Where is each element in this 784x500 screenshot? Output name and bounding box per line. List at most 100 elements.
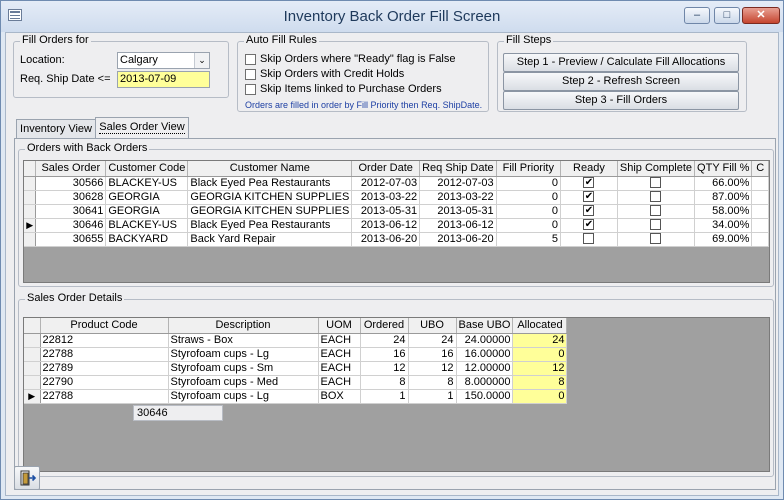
details-cell[interactable]: EACH xyxy=(318,361,361,376)
orders-cell[interactable]: BLACKEY-US xyxy=(105,218,189,233)
ship-complete-checkbox[interactable] xyxy=(650,191,662,203)
orders-cell[interactable]: 0 xyxy=(496,176,562,191)
details-row[interactable]: 22812 Straws - Box EACH 24 24 24.00000 24 xyxy=(24,333,568,348)
details-cell[interactable]: EACH xyxy=(318,333,361,348)
orders-cell[interactable]: ✔ xyxy=(560,190,618,205)
orders-column-header[interactable]: Order Date xyxy=(351,161,421,177)
orders-cell[interactable]: ✔ xyxy=(560,218,618,233)
ship-date-input[interactable]: 2013-07-09 xyxy=(117,71,210,88)
orders-cell[interactable] xyxy=(560,232,618,247)
orders-cell[interactable] xyxy=(751,176,769,191)
details-cell[interactable]: 1 xyxy=(408,389,457,404)
details-row[interactable]: ▶ 22788 Styrofoam cups - Lg BOX 1 1 150.0000 0 xyxy=(24,389,568,404)
rule-checkbox[interactable] xyxy=(245,54,256,65)
details-cell[interactable]: Styrofoam cups - Lg xyxy=(168,389,319,404)
row-selector[interactable] xyxy=(24,232,37,247)
orders-cell[interactable]: 2012-07-03 xyxy=(351,176,421,191)
orders-cell[interactable] xyxy=(617,232,696,247)
orders-column-header[interactable]: Req Ship Date xyxy=(419,161,497,177)
rule-checkbox[interactable] xyxy=(245,84,256,95)
details-cell[interactable]: 24 xyxy=(408,333,457,348)
row-selector[interactable] xyxy=(24,375,41,390)
orders-column-header[interactable]: Ready xyxy=(560,161,618,177)
orders-cell[interactable]: BACKYARD xyxy=(105,232,189,247)
orders-cell[interactable] xyxy=(617,204,696,219)
orders-cell[interactable]: 66.00% xyxy=(694,176,753,191)
details-cell[interactable]: Styrofoam cups - Sm xyxy=(168,361,319,376)
orders-cell[interactable]: 2012-07-03 xyxy=(419,176,497,191)
orders-column-header[interactable]: Customer Name xyxy=(187,161,353,177)
orders-cell[interactable]: 0 xyxy=(496,204,562,219)
minimize-button[interactable]: – xyxy=(684,7,710,24)
ship-complete-checkbox[interactable] xyxy=(650,219,662,231)
tab-inventory-view[interactable]: Inventory View xyxy=(16,119,96,138)
details-row[interactable]: 22790 Styrofoam cups - Med EACH 8 8 8.000000 8 xyxy=(24,375,568,390)
details-cell[interactable]: Styrofoam cups - Med xyxy=(168,375,319,390)
orders-cell[interactable]: 34.00% xyxy=(694,218,753,233)
allocated-cell[interactable]: 12 xyxy=(512,361,568,376)
orders-cell[interactable]: 2013-03-22 xyxy=(419,190,497,205)
details-row[interactable]: 22788 Styrofoam cups - Lg EACH 16 16 16.00000… xyxy=(24,347,568,362)
orders-cell[interactable] xyxy=(751,232,769,247)
orders-cell[interactable]: 30646 xyxy=(35,218,107,233)
row-selector[interactable] xyxy=(24,333,41,348)
details-cell[interactable]: 24 xyxy=(360,333,409,348)
orders-cell[interactable]: 2013-06-20 xyxy=(419,232,497,247)
orders-column-header[interactable]: Customer Code xyxy=(105,161,189,177)
orders-cell[interactable]: GEORGIA xyxy=(105,204,189,219)
orders-cell[interactable] xyxy=(617,218,696,233)
details-cell[interactable]: 16.00000 xyxy=(456,347,514,362)
ship-complete-checkbox[interactable] xyxy=(650,233,662,245)
orders-column-header[interactable]: C xyxy=(751,161,769,177)
orders-cell[interactable]: Back Yard Repair xyxy=(187,232,353,247)
orders-row[interactable]: 30566 BLACKEY-US Black Eyed Pea Restaurant… xyxy=(24,176,769,191)
row-selector[interactable]: ▶ xyxy=(24,389,41,404)
allocated-cell[interactable]: 8 xyxy=(512,375,568,390)
row-selector[interactable] xyxy=(24,361,41,376)
orders-cell[interactable]: 2013-05-31 xyxy=(419,204,497,219)
orders-cell[interactable]: 0 xyxy=(496,190,562,205)
orders-cell[interactable] xyxy=(617,190,696,205)
allocated-cell[interactable]: 0 xyxy=(512,347,568,362)
orders-column-header[interactable]: Ship Complete xyxy=(617,161,696,177)
details-cell[interactable]: 12 xyxy=(360,361,409,376)
orders-cell[interactable] xyxy=(751,204,769,219)
orders-cell[interactable]: 30641 xyxy=(35,204,107,219)
row-selector[interactable] xyxy=(24,176,37,191)
details-cell[interactable]: 8 xyxy=(408,375,457,390)
ready-checkbox[interactable]: ✔ xyxy=(583,205,595,217)
details-cell[interactable]: 8 xyxy=(360,375,409,390)
ship-complete-checkbox[interactable] xyxy=(650,177,662,189)
details-cell[interactable]: 22790 xyxy=(40,375,169,390)
details-cell[interactable]: EACH xyxy=(318,347,361,362)
location-select[interactable]: Calgary ⌄ xyxy=(117,52,210,69)
orders-cell[interactable]: 58.00% xyxy=(694,204,753,219)
details-column-header[interactable]: Allocated xyxy=(512,318,568,334)
orders-cell[interactable]: 5 xyxy=(496,232,562,247)
details-row[interactable]: 22789 Styrofoam cups - Sm EACH 12 12 12.00000… xyxy=(24,361,568,376)
close-button[interactable]: ✕ xyxy=(742,7,780,24)
rule-checkbox[interactable] xyxy=(245,69,256,80)
allocated-cell[interactable]: 0 xyxy=(512,389,568,404)
orders-column-header[interactable]: Fill Priority xyxy=(496,161,562,177)
details-column-header[interactable]: UOM xyxy=(318,318,361,334)
details-column-header[interactable]: UBO xyxy=(408,318,457,334)
orders-cell[interactable] xyxy=(751,190,769,205)
details-cell[interactable]: Styrofoam cups - Lg xyxy=(168,347,319,362)
tab-sales-order-view[interactable]: Sales Order View xyxy=(95,117,189,139)
details-cell[interactable]: 16 xyxy=(360,347,409,362)
orders-column-header[interactable]: QTY Fill % xyxy=(694,161,753,177)
ready-checkbox[interactable] xyxy=(583,233,595,245)
chevron-down-icon[interactable]: ⌄ xyxy=(194,53,209,68)
details-cell[interactable]: 1 xyxy=(360,389,409,404)
ready-checkbox[interactable]: ✔ xyxy=(583,219,595,231)
orders-cell[interactable]: 30655 xyxy=(35,232,107,247)
orders-cell[interactable] xyxy=(617,176,696,191)
orders-cell[interactable]: GEORGIA xyxy=(105,190,189,205)
ready-checkbox[interactable]: ✔ xyxy=(583,191,595,203)
row-selector[interactable] xyxy=(24,190,37,205)
details-cell[interactable]: 22812 xyxy=(40,333,169,348)
details-column-header[interactable]: Description xyxy=(168,318,319,334)
details-cell[interactable]: 16 xyxy=(408,347,457,362)
row-selector[interactable] xyxy=(24,347,41,362)
